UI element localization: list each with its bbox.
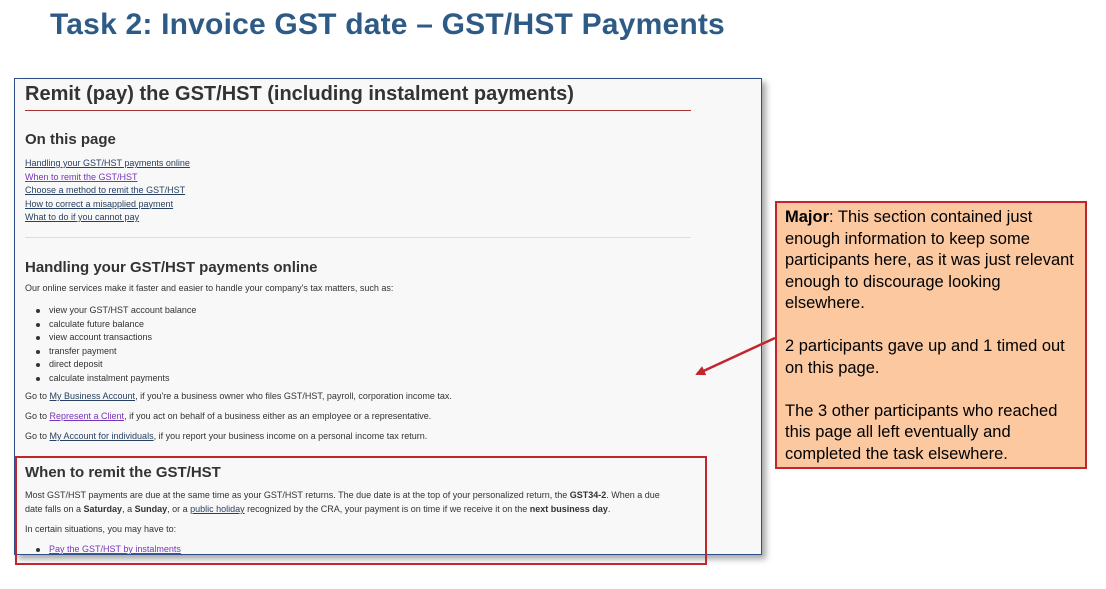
toc-link-choose-method[interactable]: Choose a method to remit the GST/HST — [25, 185, 185, 195]
list-item: calculate instalment payments — [35, 372, 196, 386]
page-heading: Remit (pay) the GST/HST (including insta… — [25, 83, 691, 111]
my-business-account-link[interactable]: My Business Account — [50, 391, 136, 401]
my-account-individuals-link[interactable]: My Account for individuals — [50, 431, 154, 441]
highlight-box — [15, 456, 707, 565]
represent-client-link[interactable]: Represent a Client — [50, 411, 125, 421]
online-services-list: view your GST/HST account balance calcul… — [35, 304, 196, 386]
list-item: When to remit the GST/HST — [25, 171, 190, 185]
callout-para-1: Major: This section contained just enoug… — [785, 208, 1074, 312]
toc-link-cannot-pay[interactable]: What to do if you cannot pay — [25, 212, 139, 222]
toc-link-correct-payment[interactable]: How to correct a misapplied payment — [25, 199, 173, 209]
list-item: calculate future balance — [35, 318, 196, 332]
list-item: direct deposit — [35, 358, 196, 372]
go-business-account: Go to My Business Account, if you're a b… — [25, 391, 452, 401]
section-divider — [25, 237, 691, 238]
go-my-account: Go to My Account for individuals, if you… — [25, 431, 428, 441]
list-item: Choose a method to remit the GST/HST — [25, 184, 190, 198]
toc-list: Handling your GST/HST payments online Wh… — [25, 157, 190, 225]
callout-major-label: Major — [785, 208, 830, 226]
list-item: transfer payment — [35, 345, 196, 359]
online-intro: Our online services make it faster and e… — [25, 283, 394, 293]
callout-box: Major: This section contained just enoug… — [775, 201, 1087, 469]
toc-link-when-to-remit[interactable]: When to remit the GST/HST — [25, 172, 138, 182]
online-heading: Handling your GST/HST payments online — [25, 259, 318, 276]
list-item: Handling your GST/HST payments online — [25, 157, 190, 171]
slide-title: Task 2: Invoice GST date – GST/HST Payme… — [50, 8, 725, 41]
list-item: What to do if you cannot pay — [25, 211, 190, 225]
list-item: view your GST/HST account balance — [35, 304, 196, 318]
toc-link-handling-online[interactable]: Handling your GST/HST payments online — [25, 158, 190, 168]
go-represent-client: Go to Represent a Client, if you act on … — [25, 411, 432, 421]
list-item: How to correct a misapplied payment — [25, 198, 190, 212]
callout-para-2: 2 participants gave up and 1 timed out o… — [785, 337, 1065, 377]
list-item: view account transactions — [35, 331, 196, 345]
on-this-page-heading: On this page — [25, 131, 116, 148]
callout-para-3: The 3 other participants who reached thi… — [785, 401, 1058, 463]
